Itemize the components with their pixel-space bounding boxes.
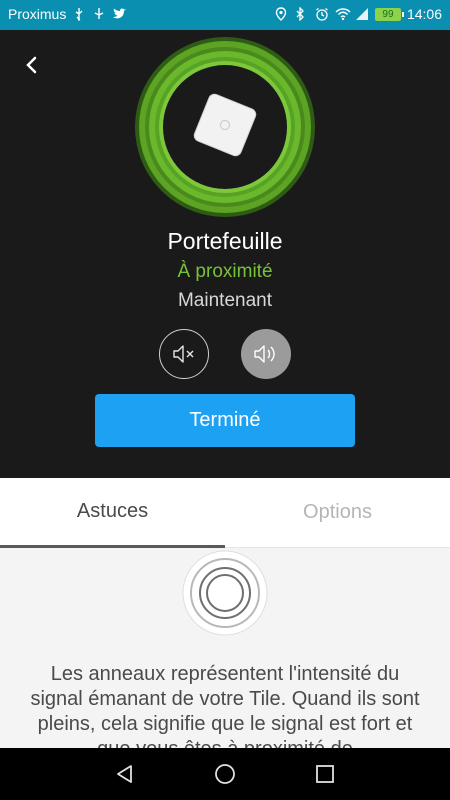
tile-name: Portefeuille [167,228,283,254]
tab-tips[interactable]: Astuces [0,478,225,548]
tips-panel: Les anneaux représentent l'intensité du … [0,548,450,748]
status-bar: Proximus 99 14:06 [0,0,450,30]
usb-debug-icon [92,7,106,21]
last-seen-time: Maintenant [177,290,272,311]
proximity-status: À proximité [177,261,273,282]
circle-home-icon [215,764,235,784]
nav-home-button[interactable] [211,760,239,788]
tab-bar: Astuces Options [0,478,450,548]
status-left: Proximus [8,6,127,22]
tip-text: Les anneaux représentent l'intensité du … [30,663,420,748]
nav-recent-button[interactable] [311,760,339,788]
signal-ring [133,35,317,219]
clock: 14:06 [406,6,442,22]
usb-icon [72,7,86,21]
done-button[interactable]: Terminé [95,394,355,447]
chevron-left-icon [26,56,37,74]
rings-icon [182,550,268,636]
carrier-name: Proximus [8,6,67,22]
nav-back-button[interactable] [111,760,139,788]
alarm-icon [315,7,329,21]
location-icon [275,7,289,21]
signal-icon [355,7,369,21]
speaker-mute-icon [173,345,194,363]
navigation-bar [0,748,450,800]
back-button[interactable] [18,52,44,78]
wifi-icon [335,7,351,21]
speaker-volume-icon [254,345,275,363]
square-recent-icon [316,765,334,783]
status-right: 99 14:06 [275,6,442,22]
play-sound-button[interactable] [241,329,291,379]
bluetooth-icon [295,6,309,22]
mute-button[interactable] [159,329,209,379]
tab-options[interactable]: Options [225,478,450,548]
triangle-back-icon [117,765,132,783]
tile-header: Portefeuille À proximité Maintenant Term… [0,30,450,478]
battery-icon: 99 [374,7,404,21]
twitter-icon [112,7,127,21]
